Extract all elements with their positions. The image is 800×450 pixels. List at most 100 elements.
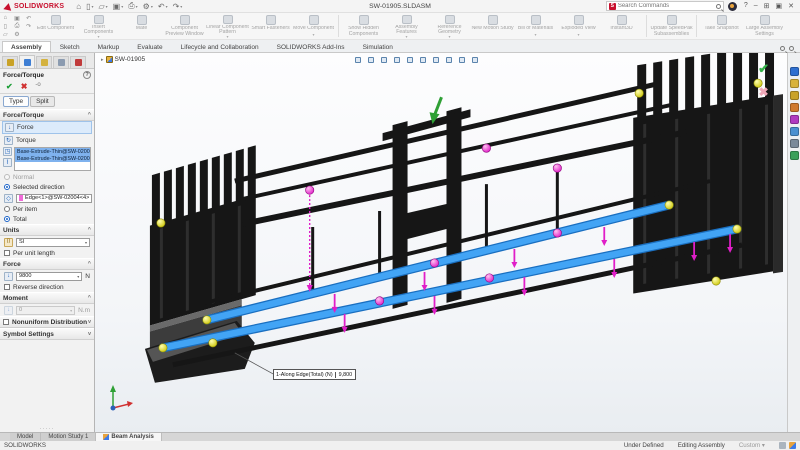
save-icon[interactable]: ▣▾ bbox=[111, 0, 126, 12]
expand-arrow-icon[interactable]: ▸ bbox=[101, 57, 104, 63]
configurationmanager-tab-icon[interactable] bbox=[36, 56, 52, 68]
display-style-icon[interactable] bbox=[418, 55, 428, 65]
undo-icon[interactable]: ↶▾ bbox=[156, 0, 170, 12]
torque-button[interactable]: ↻ Torque bbox=[0, 134, 94, 146]
graphics-viewport[interactable]: ▸ SW-01905 ✔ ✖ 1-Along Edge(Total) (N) 9… bbox=[95, 53, 787, 432]
status-config-dropdown[interactable]: Custom ▾ bbox=[739, 442, 765, 449]
mode-tab[interactable]: Split bbox=[30, 96, 55, 107]
per-item-radio[interactable] bbox=[4, 206, 10, 212]
minimize-icon[interactable]: – bbox=[751, 2, 761, 10]
selection-listbox[interactable]: Base-Extrude-Thin@SW-02003Base-Extrude-T… bbox=[14, 147, 91, 171]
per-unit-length-row[interactable]: Per unit length bbox=[0, 248, 94, 258]
selected-direction-radio-row[interactable]: Selected direction bbox=[0, 182, 94, 192]
dimxpertmanager-tab-icon[interactable] bbox=[53, 56, 69, 68]
command-tab[interactable]: Assembly bbox=[2, 41, 51, 52]
resource-monitor-icon[interactable] bbox=[789, 442, 796, 449]
cancel-button[interactable]: ✖ bbox=[21, 82, 28, 91]
normal-radio[interactable] bbox=[4, 174, 10, 180]
units-dropdown[interactable]: SI ▾ bbox=[16, 238, 90, 247]
search-input[interactable] bbox=[618, 3, 714, 9]
layout-icon[interactable]: ⊞ bbox=[761, 2, 773, 10]
selection-item[interactable]: Base-Extrude-Thin@SW-02003 bbox=[15, 155, 90, 162]
study-tab[interactable]: Beam Analysis bbox=[96, 433, 161, 441]
home-icon[interactable]: ⌂▾ bbox=[74, 0, 83, 12]
search-icon[interactable] bbox=[716, 4, 721, 9]
performance-icon[interactable] bbox=[779, 442, 786, 449]
force-button[interactable]: ↓ Force bbox=[2, 121, 92, 134]
confirm-ok-icon[interactable]: ✔ bbox=[758, 61, 769, 77]
callout-value[interactable]: 9,800 bbox=[336, 372, 356, 378]
spinner-caret-icon[interactable]: ▾ bbox=[77, 274, 79, 279]
confirm-cancel-icon[interactable]: ✖ bbox=[759, 85, 769, 99]
featuremanager-tab-icon[interactable] bbox=[2, 56, 18, 68]
3dexperience-icon[interactable] bbox=[790, 67, 799, 76]
scene-icon[interactable] bbox=[790, 127, 799, 136]
left-end-structure[interactable] bbox=[150, 145, 256, 353]
direction-reference-field[interactable]: Edge<1>@SW-02004<4> bbox=[16, 194, 92, 203]
flyout-feature-tree[interactable]: ▸ SW-01905 bbox=[101, 56, 145, 63]
print-icon[interactable]: ⎙▾ bbox=[126, 0, 139, 12]
user-avatar[interactable] bbox=[728, 2, 737, 11]
ok-button[interactable]: ✔ bbox=[6, 82, 13, 91]
propertymanager-tab-icon[interactable] bbox=[19, 55, 35, 68]
displaymanager-tab-icon[interactable] bbox=[70, 56, 86, 68]
design-library-icon[interactable] bbox=[790, 79, 799, 88]
nonuniform-checkbox[interactable] bbox=[3, 319, 9, 325]
section-view-icon[interactable] bbox=[392, 55, 402, 65]
hide-show-items-icon[interactable] bbox=[431, 55, 441, 65]
reverse-direction-checkbox[interactable] bbox=[4, 284, 10, 290]
expand-icon[interactable]: v bbox=[88, 319, 91, 325]
command-tab[interactable]: Simulation bbox=[354, 41, 402, 52]
study-tab[interactable]: Motion Study 1 bbox=[41, 433, 96, 441]
selection-item[interactable]: Base-Extrude-Thin@SW-02003 bbox=[15, 148, 90, 155]
collapse-icon[interactable]: ^ bbox=[88, 112, 91, 118]
per-unit-length-checkbox[interactable] bbox=[4, 250, 10, 256]
zoom-area-icon[interactable] bbox=[366, 55, 376, 65]
command-tab[interactable]: SOLIDWORKS Add-Ins bbox=[268, 41, 354, 52]
command-tab[interactable]: Markup bbox=[89, 41, 129, 52]
section-symbol-settings[interactable]: Symbol Settingsv bbox=[0, 328, 94, 340]
beam-select-icon[interactable]: ⌇ bbox=[3, 158, 12, 167]
collapse-icon[interactable]: ^ bbox=[88, 227, 91, 233]
options-gear-icon[interactable]: ⚙▾ bbox=[141, 0, 155, 12]
command-tab[interactable]: Sketch bbox=[51, 41, 89, 52]
selected-direction-radio[interactable] bbox=[4, 184, 10, 190]
section-moment[interactable]: Moment^ bbox=[0, 292, 94, 304]
redo-icon[interactable]: ↷▾ bbox=[171, 0, 185, 12]
mode-tab[interactable]: Type bbox=[3, 96, 29, 107]
quick-access-stack[interactable]: ⌂▣↶▯⎙↷▱⚙ bbox=[0, 13, 34, 39]
custom-properties-icon[interactable] bbox=[790, 139, 799, 148]
section-units[interactable]: Units^ bbox=[0, 224, 94, 236]
previous-view-icon[interactable] bbox=[379, 55, 389, 65]
collapse-icon[interactable]: ^ bbox=[88, 261, 91, 267]
section-force-torque[interactable]: Force/Torque^ bbox=[0, 109, 94, 121]
section-force-value[interactable]: Force^ bbox=[0, 258, 94, 270]
zoom-fit-icon[interactable] bbox=[353, 55, 363, 65]
help-icon[interactable]: ? bbox=[741, 2, 751, 10]
collapse-icon[interactable]: ^ bbox=[88, 295, 91, 301]
pan-tool-icon[interactable] bbox=[789, 46, 794, 51]
total-radio[interactable] bbox=[4, 216, 10, 222]
help-icon[interactable]: ? bbox=[83, 71, 91, 79]
file-explorer-icon[interactable] bbox=[790, 91, 799, 100]
close-icon[interactable]: ✕ bbox=[785, 2, 797, 10]
view-orientation-icon[interactable] bbox=[405, 55, 415, 65]
expand-icon[interactable]: v bbox=[88, 331, 91, 337]
normal-radio-row[interactable]: Normal bbox=[0, 172, 94, 182]
command-tab[interactable]: Evaluate bbox=[128, 41, 171, 52]
edit-appearance-icon[interactable] bbox=[444, 55, 454, 65]
direction-reference-icon[interactable]: ◇ bbox=[4, 194, 13, 203]
view-settings-icon[interactable] bbox=[470, 55, 480, 65]
total-radio-row[interactable]: Total bbox=[0, 214, 94, 224]
face-select-icon[interactable]: ◳ bbox=[3, 147, 12, 156]
section-nonuniform[interactable]: Nonuniform Distribution v bbox=[0, 316, 94, 328]
apply-scene-icon[interactable] bbox=[457, 55, 467, 65]
zoom-tools-icon[interactable] bbox=[780, 46, 785, 51]
pin-button[interactable]: -o bbox=[35, 82, 40, 91]
toolbox-icon[interactable] bbox=[790, 103, 799, 112]
forum-icon[interactable] bbox=[790, 151, 799, 160]
study-tab[interactable]: Model bbox=[10, 433, 41, 441]
appearances-icon[interactable] bbox=[790, 115, 799, 124]
command-tab[interactable]: Lifecycle and Collaboration bbox=[172, 41, 268, 52]
restore-icon[interactable]: ▣ bbox=[773, 2, 786, 10]
